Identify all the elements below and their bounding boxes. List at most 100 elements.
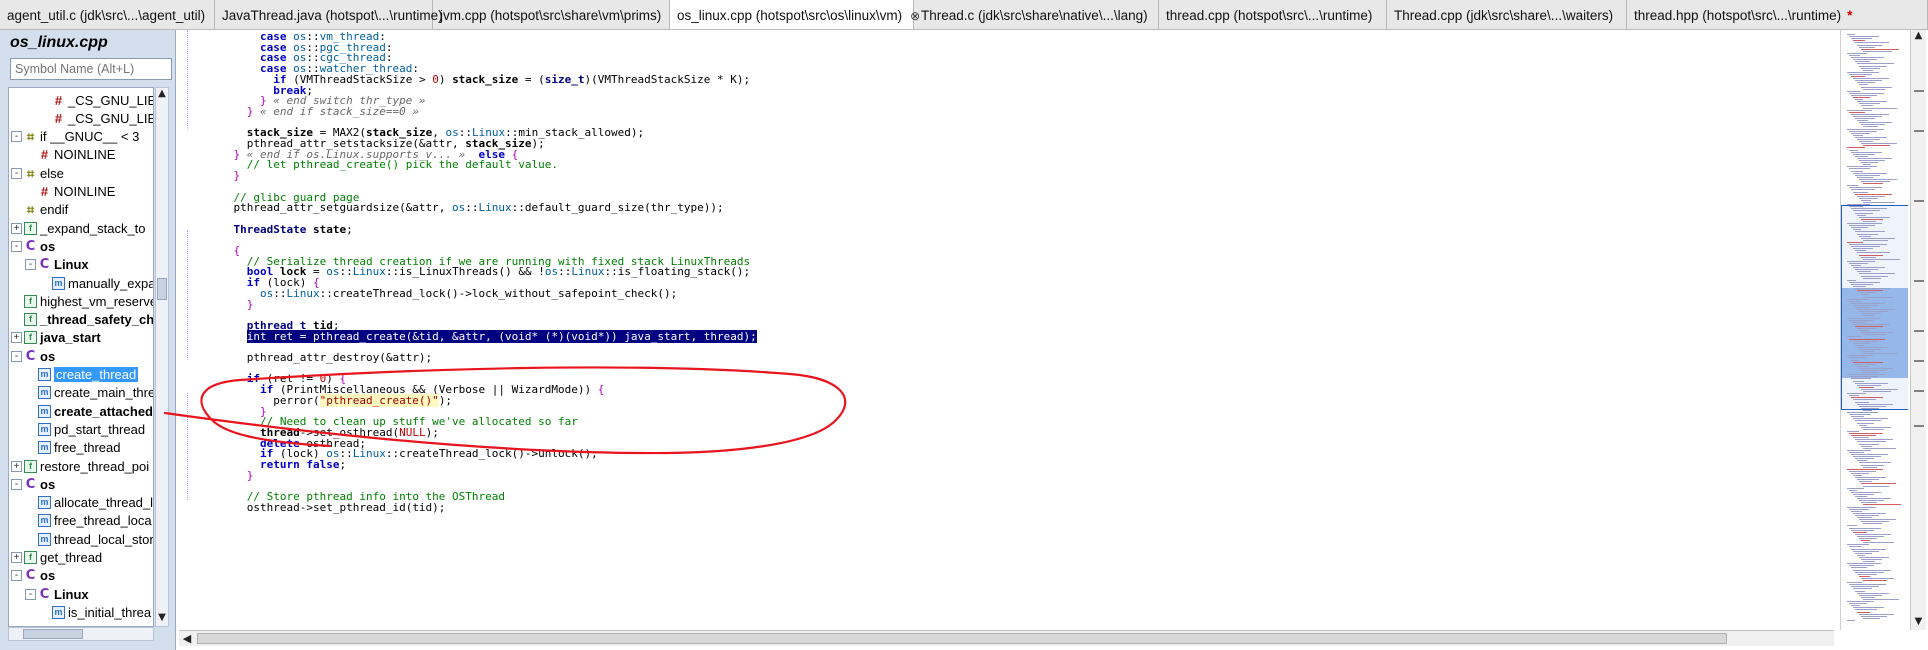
symbol-tree-item[interactable]: + f java_start bbox=[11, 329, 101, 347]
minimap-line bbox=[1863, 617, 1880, 619]
symbol-search-input[interactable] bbox=[10, 58, 172, 80]
symbol-tree-item[interactable]: m free_thread_loca bbox=[25, 512, 152, 530]
code-editor[interactable]: case os::vm_thread: case os::pgc_thread:… bbox=[179, 30, 1834, 630]
symbol-tree-item[interactable]: m thread_local_stor bbox=[25, 530, 153, 548]
symbol-label: if __GNUC__ < 3 bbox=[40, 129, 140, 145]
minimap-line bbox=[1851, 57, 1884, 59]
minimap-line bbox=[1861, 502, 1877, 504]
symbol-tree-item[interactable]: # _CS_GNU_LIBP bbox=[39, 109, 153, 127]
symbol-tree-item[interactable]: m manually_expa bbox=[39, 274, 153, 292]
symbol-tree-horizontal-scrollbar[interactable] bbox=[8, 627, 154, 641]
symbol-tree-item[interactable]: m free_thread bbox=[25, 439, 121, 457]
symbol-tree-item[interactable]: # NOINLINE bbox=[25, 146, 116, 164]
minimap-line bbox=[1863, 88, 1885, 90]
minimap-line bbox=[1851, 472, 1869, 474]
minimap-line bbox=[1851, 359, 1859, 361]
editor-vertical-scrollbar[interactable]: ▲ ▼ bbox=[1910, 30, 1926, 630]
code-token: state bbox=[312, 222, 347, 236]
symbol-tree-vertical-scrollbar[interactable]: ▲ ▼ bbox=[155, 87, 169, 627]
symbol-tree-item[interactable]: # _CS_GNU_LIBC bbox=[39, 91, 153, 109]
collapse-icon[interactable]: - bbox=[11, 240, 22, 252]
symbol-tree-item[interactable]: - C Linux bbox=[25, 256, 89, 274]
scroll-down-icon[interactable]: ▼ bbox=[1911, 616, 1926, 630]
code-token: 0 bbox=[432, 72, 439, 86]
editor-tab[interactable]: os_linux.cpp (hotspot\src\os\linux\vm) ⊗ bbox=[670, 0, 920, 29]
collapse-icon[interactable]: - bbox=[11, 350, 22, 362]
symbol-tree-item[interactable]: # NOINLINE bbox=[25, 183, 116, 201]
symbol-tree-item[interactable]: + f get_thread bbox=[11, 549, 102, 567]
scroll-thumb[interactable] bbox=[157, 278, 167, 300]
symbol-tree-item[interactable]: - Cos bbox=[11, 237, 55, 255]
editor-tab[interactable]: Thread.cpp (jdk\src\share\...\waiters) bbox=[1387, 0, 1627, 29]
hash-icon: # bbox=[40, 147, 49, 163]
symbol-tree-item[interactable]: ⌗ endif bbox=[11, 201, 68, 219]
scroll-up-icon[interactable]: ▲ bbox=[1911, 30, 1926, 44]
collapse-icon[interactable]: - bbox=[25, 259, 36, 271]
symbol-tree-item[interactable]: m create_main_thre bbox=[25, 384, 153, 402]
minimap-line bbox=[1851, 529, 1874, 531]
minimap-line bbox=[1855, 401, 1869, 403]
minimap-line bbox=[1855, 155, 1868, 157]
expand-icon[interactable]: + bbox=[11, 332, 22, 344]
symbol-tree-item[interactable]: - Cos bbox=[11, 347, 55, 365]
collapse-icon[interactable]: - bbox=[11, 570, 22, 582]
function-icon: f bbox=[24, 221, 37, 235]
symbol-tree-item[interactable]: m allocate_thread_l bbox=[25, 494, 153, 512]
code-line: osthread->set_pthread_id(tid); bbox=[207, 501, 446, 514]
scroll-up-icon[interactable]: ▲ bbox=[156, 88, 168, 102]
symbol-tree-item[interactable]: m create_thread bbox=[25, 366, 139, 384]
collapse-icon[interactable]: - bbox=[11, 167, 22, 179]
collapse-icon[interactable]: - bbox=[11, 131, 22, 143]
symbol-tree-item[interactable]: f highest_vm_reserve bbox=[11, 292, 153, 310]
minimap-line bbox=[1847, 468, 1883, 470]
minimap-line bbox=[1855, 420, 1881, 422]
symbol-label: os bbox=[40, 238, 56, 254]
symbol-tree-item[interactable]: - ⌗ if __GNUC__ < 3 bbox=[11, 128, 139, 146]
minimap-line bbox=[1849, 149, 1858, 151]
scroll-down-icon[interactable]: ▼ bbox=[156, 612, 168, 626]
scroll-marker bbox=[1914, 90, 1924, 92]
scroll-marker bbox=[1914, 390, 1924, 392]
scroll-thumb[interactable] bbox=[23, 629, 83, 639]
collapse-icon[interactable]: - bbox=[25, 588, 36, 600]
expand-icon[interactable]: + bbox=[11, 222, 22, 234]
expand-icon[interactable]: + bbox=[11, 460, 22, 472]
symbol-tree-item[interactable]: - C Linux bbox=[25, 585, 89, 603]
code-token: ::default_guard_size(thr_type)); bbox=[511, 201, 724, 215]
editor-tab[interactable]: thread.cpp (hotspot\src\...\runtime) bbox=[1159, 0, 1387, 29]
editor-tab[interactable]: JavaThread.java (hotspot\...\runtime) bbox=[215, 0, 443, 29]
symbol-tree-item[interactable]: m is_initial_threa bbox=[39, 603, 151, 621]
ide-window: agent_util.c (jdk\src\...\agent_util) Jav… bbox=[0, 0, 1928, 650]
symbol-tree-item[interactable]: - Cos bbox=[11, 567, 55, 585]
symbol-label: os bbox=[40, 476, 56, 492]
symbol-tree-item[interactable]: - ⌗ else bbox=[11, 164, 64, 182]
editor-tab[interactable]: thread.hpp (hotspot\src\...\runtime) * bbox=[1627, 0, 1928, 29]
code-token: Linux bbox=[286, 286, 320, 300]
editor-tab[interactable]: Thread.c (jdk\src\share\native\...\lang) bbox=[914, 0, 1159, 29]
minimap-line bbox=[1849, 603, 1867, 605]
symbol-tree-item[interactable]: m pd_start_thread bbox=[25, 420, 145, 438]
collapse-icon[interactable]: - bbox=[11, 478, 22, 490]
editor-tab[interactable]: jvm.cpp (hotspot\src\share\vm\prims) bbox=[433, 0, 670, 29]
minimap-line bbox=[1863, 447, 1896, 449]
scroll-thumb[interactable] bbox=[197, 633, 1727, 644]
symbol-tree-item[interactable]: + f restore_thread_poi bbox=[11, 457, 149, 475]
editor-tab[interactable]: agent_util.c (jdk\src\...\agent_util) bbox=[0, 0, 215, 29]
symbol-tree-item[interactable]: + f _expand_stack_to bbox=[11, 219, 146, 237]
code-line: int ret = pthread_create(&tid, &attr, (v… bbox=[207, 329, 757, 343]
minimap-line bbox=[1855, 609, 1877, 611]
minimap-line bbox=[1863, 277, 1881, 279]
minimap-line bbox=[1863, 296, 1893, 298]
minimap-line bbox=[1863, 428, 1884, 430]
minimap-line bbox=[1863, 220, 1876, 222]
editor-horizontal-scrollbar[interactable]: ◀ bbox=[179, 630, 1834, 646]
symbol-tree-item[interactable]: f _thread_safety_che bbox=[11, 311, 153, 329]
scroll-left-icon[interactable]: ◀ bbox=[180, 632, 194, 646]
symbol-tree-item[interactable]: - Cos bbox=[11, 475, 55, 493]
minimap-line bbox=[1857, 309, 1895, 311]
minimap-line bbox=[1861, 577, 1894, 579]
symbol-tree-item[interactable]: m create_attached bbox=[25, 402, 153, 420]
code-minimap[interactable] bbox=[1840, 30, 1908, 630]
expand-icon[interactable]: + bbox=[11, 552, 22, 563]
minimap-line bbox=[1863, 126, 1878, 128]
